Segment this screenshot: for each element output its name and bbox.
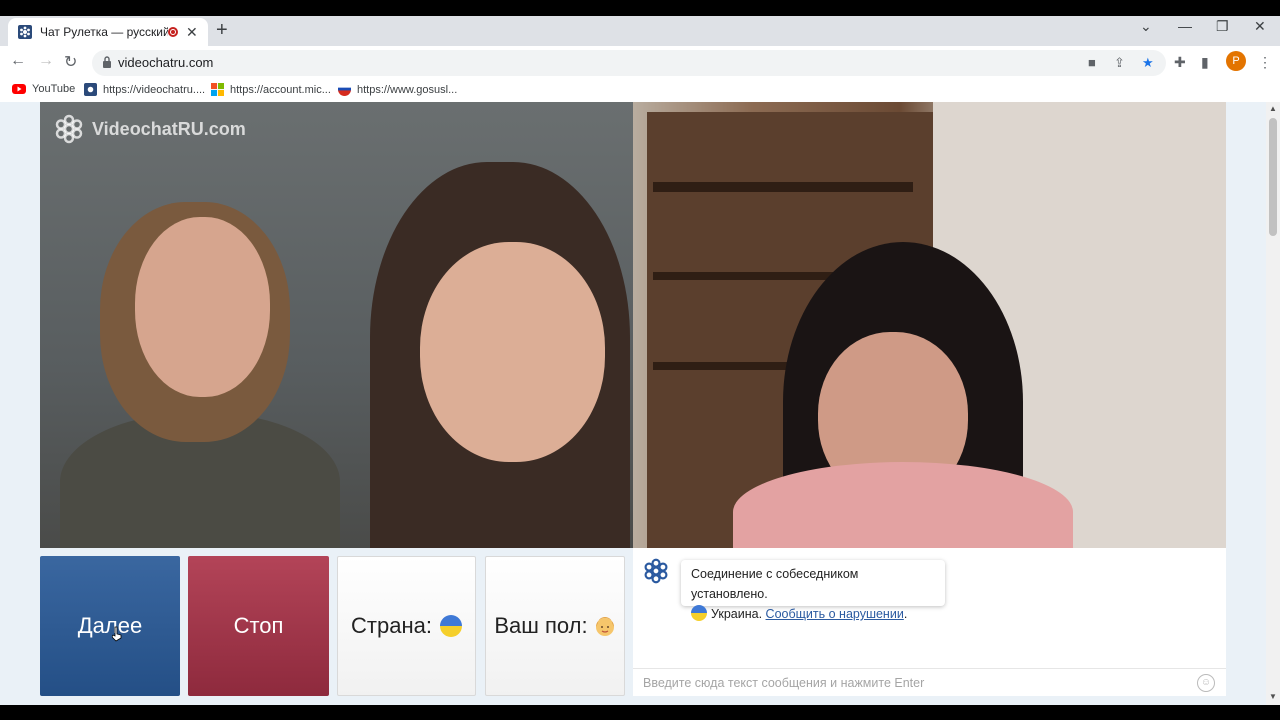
videochat-logo-icon xyxy=(55,114,83,144)
profile-avatar[interactable]: P xyxy=(1226,51,1246,71)
country-button[interactable]: Страна: xyxy=(337,556,476,696)
chat-panel: Соединение с собеседником установлено. У… xyxy=(633,548,1226,697)
gender-button-label: Ваш пол: xyxy=(494,613,588,638)
bookmark-label: https://account.mic... xyxy=(230,83,331,96)
stop-button-label: Стоп xyxy=(233,613,284,638)
extensions-icon[interactable]: ✚ xyxy=(1174,54,1186,71)
bookmark-label: https://www.gosusl... xyxy=(357,83,458,96)
partner-video xyxy=(633,102,1226,548)
reload-icon[interactable]: ↻ xyxy=(64,52,77,72)
video-shape xyxy=(420,242,605,462)
microsoft-icon xyxy=(211,83,224,96)
bookmark-gosuslugi[interactable]: https://www.gosusl... xyxy=(338,83,457,96)
new-tab-icon[interactable]: + xyxy=(216,19,228,42)
bookmark-microsoft[interactable]: https://account.mic... xyxy=(211,83,331,96)
videochat-page: VideochatRU.com Далее Стоп Страна: Ваш п… xyxy=(0,102,1266,705)
minimize-icon[interactable]: — xyxy=(1178,18,1192,34)
lock-icon xyxy=(103,56,111,68)
ukraine-flag-icon xyxy=(439,615,462,637)
scroll-thumb[interactable] xyxy=(1269,118,1277,236)
forward-icon[interactable]: → xyxy=(38,52,54,70)
address-bar[interactable]: videochatru.com ■ ⇪ ★ xyxy=(92,50,1166,76)
youtube-icon xyxy=(12,84,26,94)
share-icon[interactable]: ⇪ xyxy=(1114,55,1125,71)
side-panel-icon[interactable]: ▮ xyxy=(1201,54,1209,71)
tab-strip: Чат Рулетка — русский вид ✕ + ⌄ — ❐ ✕ xyxy=(0,16,1280,46)
videochat-favicon-icon xyxy=(18,25,32,39)
bookmark-star-icon[interactable]: ★ xyxy=(1142,55,1154,71)
stop-button[interactable]: Стоп xyxy=(188,556,329,696)
recording-icon xyxy=(168,27,178,37)
video-shape xyxy=(653,362,793,370)
menu-icon[interactable]: ⋮ xyxy=(1258,54,1272,71)
bottom-letterbox xyxy=(0,705,1280,720)
report-abuse-link[interactable]: Сообщить о нарушении xyxy=(766,607,904,621)
next-button[interactable]: Далее xyxy=(40,556,180,696)
camera-icon[interactable]: ■ xyxy=(1088,55,1096,70)
scroll-down-icon[interactable]: ▼ xyxy=(1269,692,1277,701)
scroll-up-icon[interactable]: ▲ xyxy=(1269,104,1277,113)
partner-country: Украина. xyxy=(711,607,763,621)
videochat-icon xyxy=(84,83,97,96)
local-video: VideochatRU.com xyxy=(40,102,633,548)
female-avatar-icon xyxy=(595,617,614,636)
video-shape xyxy=(653,182,913,192)
logo-text: VideochatRU.com xyxy=(92,118,246,139)
url-text: videochatru.com xyxy=(118,55,214,70)
video-shape xyxy=(135,217,270,397)
connection-message: Соединение с собеседником установлено. xyxy=(691,567,859,601)
ukraine-flag-icon xyxy=(691,605,707,621)
emoji-icon[interactable]: ☺ xyxy=(1197,674,1215,692)
bookmark-youtube[interactable]: YouTube xyxy=(12,83,75,95)
system-message-bubble: Соединение с собеседником установлено. У… xyxy=(681,560,945,621)
bookmark-label: https://videochatru.... xyxy=(103,83,206,96)
tab-title: Чат Рулетка — русский вид xyxy=(40,25,168,39)
videochat-logo-icon xyxy=(644,558,668,584)
browser-chrome: Чат Рулетка — русский вид ✕ + ⌄ — ❐ ✕ ← … xyxy=(0,16,1280,102)
close-window-icon[interactable]: ✕ xyxy=(1254,18,1266,35)
bookmark-videochat[interactable]: https://videochatru.... xyxy=(84,83,205,96)
partner-country-line: Украина. Сообщить о нарушении. xyxy=(691,604,935,624)
back-icon[interactable]: ← xyxy=(10,52,26,70)
country-button-label: Страна: xyxy=(351,613,432,638)
gosuslugi-icon xyxy=(338,83,351,96)
chat-input-area: ☺ xyxy=(633,668,1226,697)
maximize-icon[interactable]: ❐ xyxy=(1216,18,1229,35)
bookmark-label: YouTube xyxy=(32,83,76,95)
tab-close-icon[interactable]: ✕ xyxy=(186,24,198,41)
page-scrollbar[interactable]: ▲ ▼ xyxy=(1266,102,1280,705)
chat-message-input[interactable] xyxy=(633,669,1213,697)
next-button-label: Далее xyxy=(77,613,143,638)
site-logo: VideochatRU.com xyxy=(54,114,246,144)
browser-tab[interactable]: Чат Рулетка — русский вид ✕ xyxy=(8,18,208,46)
bookmarks-bar: YouTube https://videochatru.... https://… xyxy=(0,80,1280,102)
gender-button[interactable]: Ваш пол: xyxy=(485,556,625,696)
mouse-cursor-icon xyxy=(112,626,122,642)
tab-search-icon[interactable]: ⌄ xyxy=(1140,18,1152,35)
browser-toolbar: ← → ↻ videochatru.com ■ ⇪ ★ ✚ ▮ P ⋮ xyxy=(0,46,1280,80)
period: . xyxy=(903,607,908,621)
